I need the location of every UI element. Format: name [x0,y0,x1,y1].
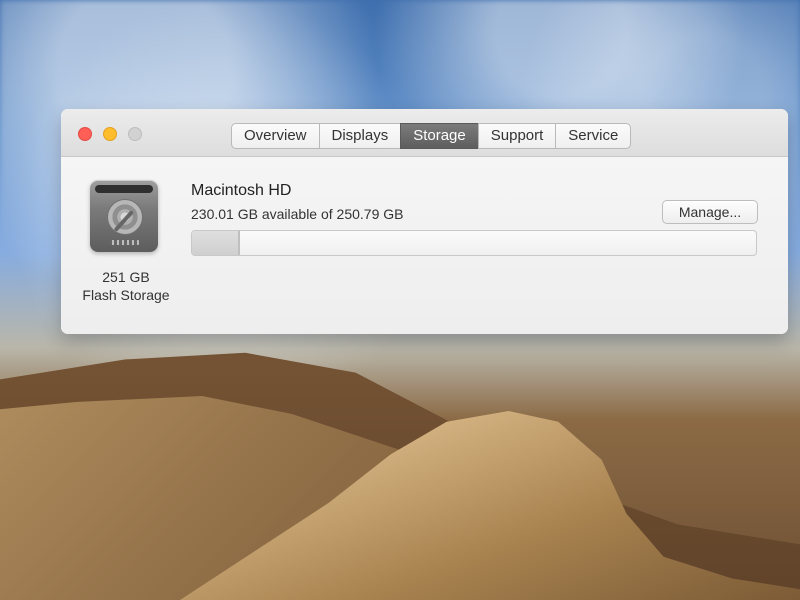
hard-drive-icon [90,180,158,252]
volume-name: Macintosh HD [191,182,292,199]
tab-bar: Overview Displays Storage Support Servic… [231,123,632,151]
zoom-icon[interactable] [128,127,142,141]
tab-overview[interactable]: Overview [231,123,320,149]
minimize-icon[interactable] [103,127,117,141]
storage-used-segment [192,231,240,255]
drive-size-label: 251 GB [102,269,150,285]
tab-service[interactable]: Service [555,123,632,149]
tab-displays[interactable]: Displays [318,123,402,149]
manage-button[interactable]: Manage... [662,200,758,224]
storage-availability: 230.01 GB available of 250.79 GB [191,206,404,222]
drive-type-label: Flash Storage [82,287,170,303]
tab-support[interactable]: Support [477,123,557,149]
storage-panel: 251 GB Flash Storage Macintosh HD 230.01… [61,157,788,334]
about-this-mac-window: Overview Displays Storage Support Servic… [61,109,788,334]
drive-top [95,185,153,193]
close-icon[interactable] [78,127,92,141]
tab-storage[interactable]: Storage [400,123,479,149]
storage-free-segment [238,231,756,255]
drive-port [109,240,139,245]
storage-usage-bar [191,230,757,256]
window-titlebar: Overview Displays Storage Support Servic… [61,109,788,157]
desktop-background: Overview Displays Storage Support Servic… [0,0,800,600]
